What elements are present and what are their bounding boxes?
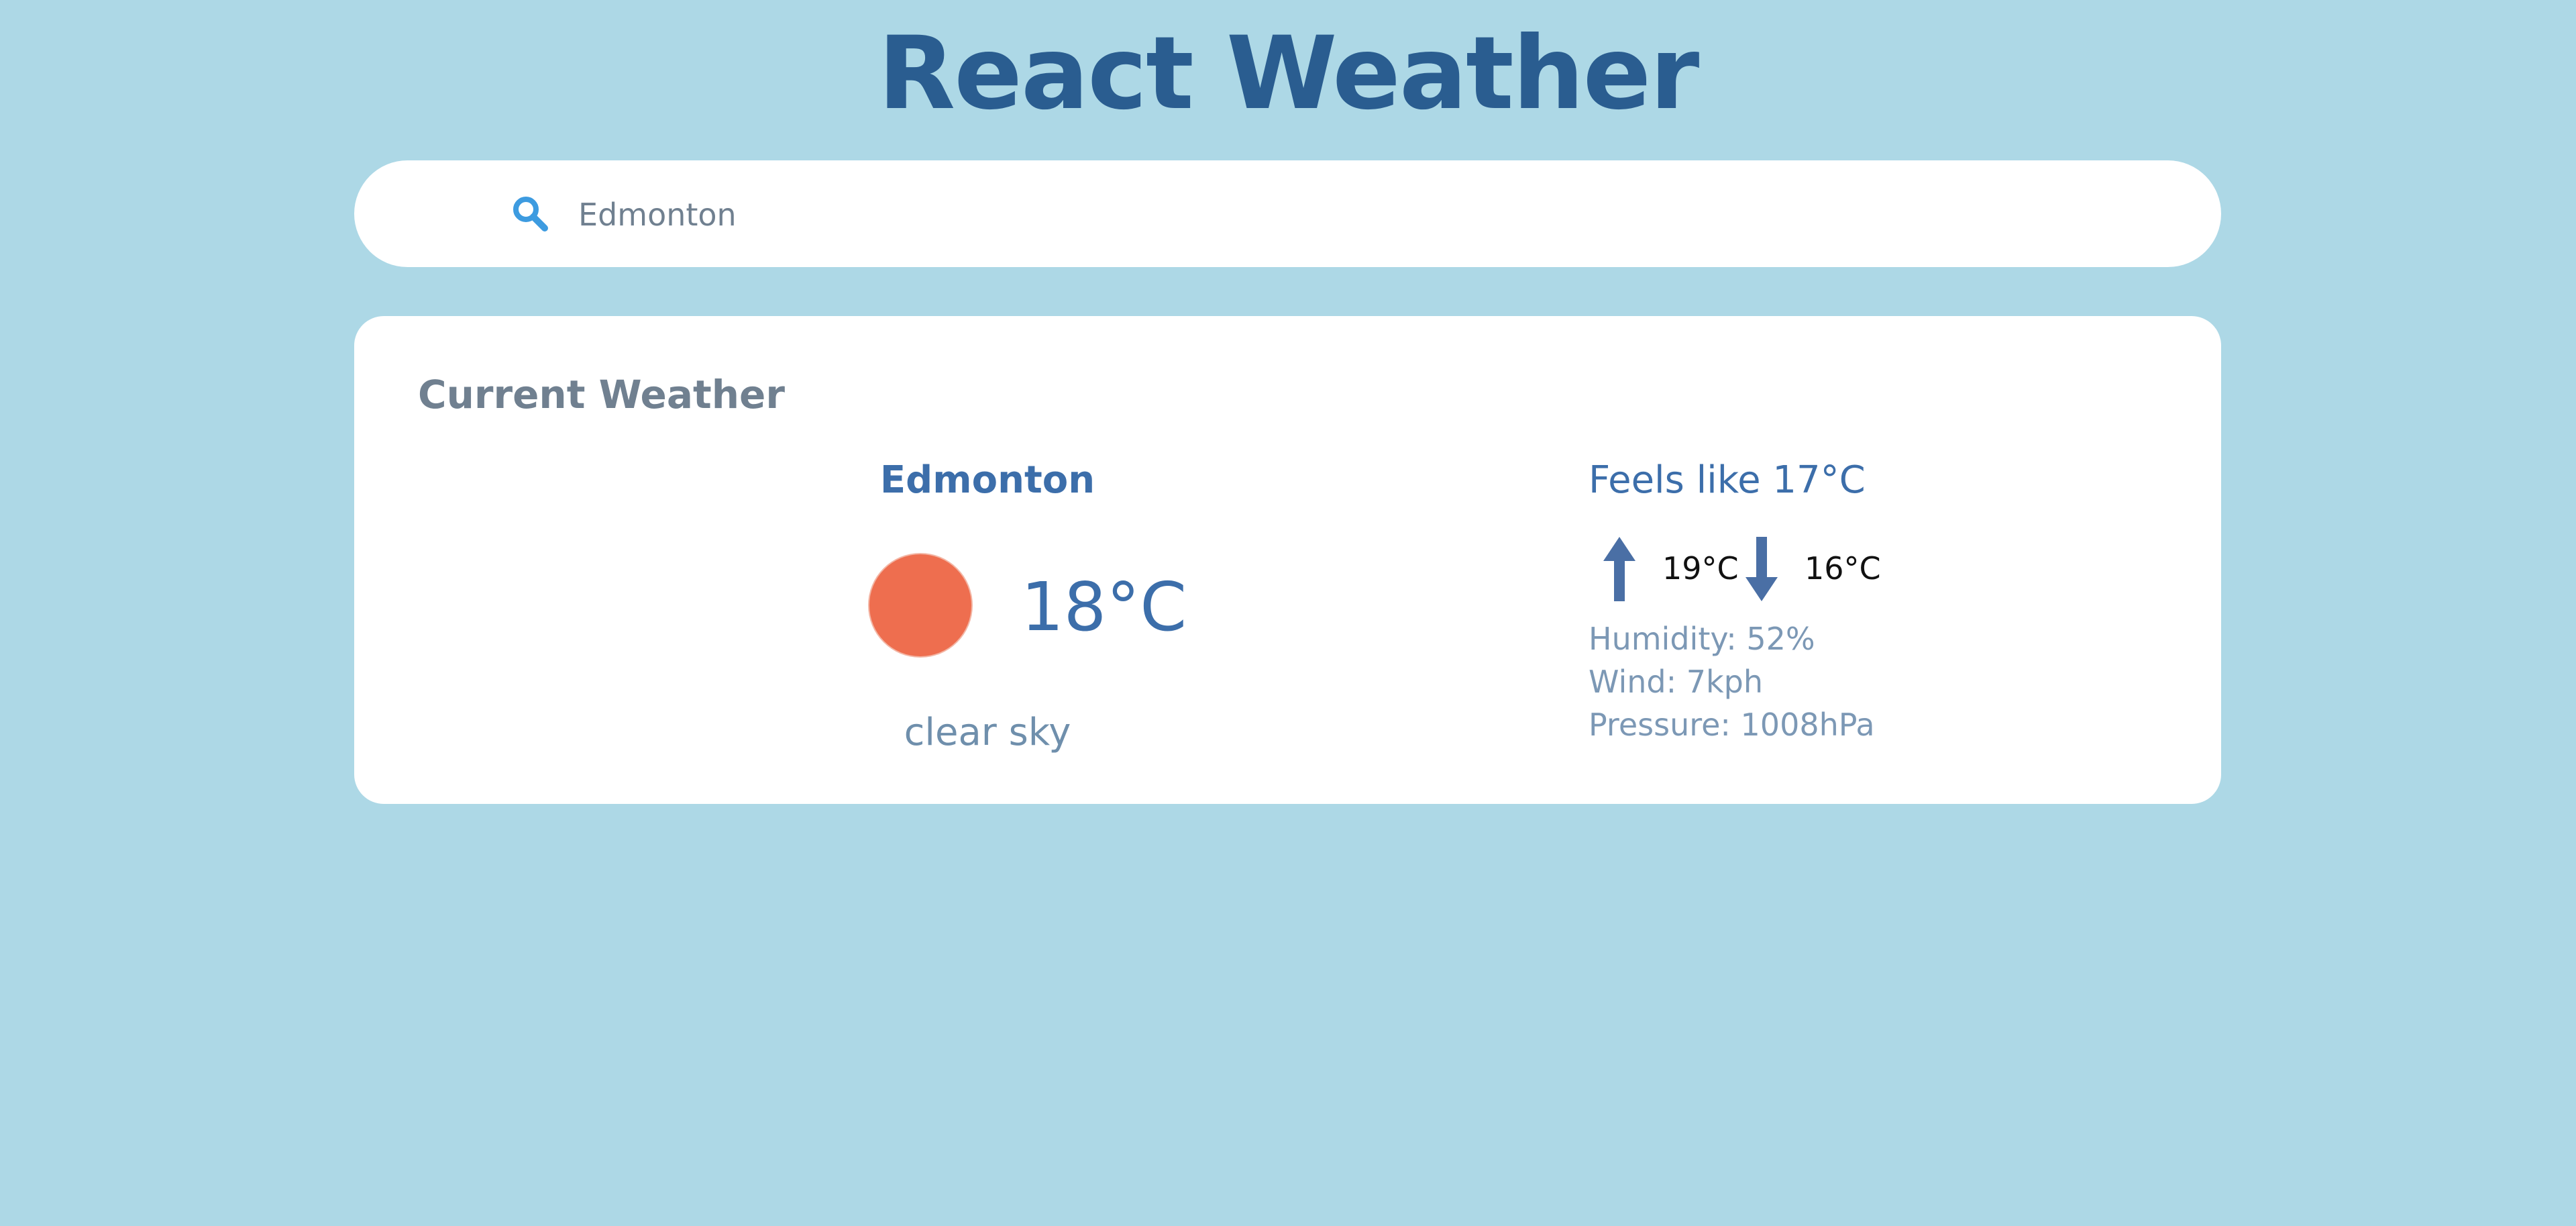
card-heading: Current Weather <box>418 372 785 417</box>
city-search-input[interactable] <box>578 188 2121 242</box>
search-icon[interactable] <box>511 195 549 232</box>
pressure: Pressure: 1008hPa <box>1589 707 1875 743</box>
city-name: Edmonton <box>879 458 1095 502</box>
arrow-up-icon <box>1603 537 1635 601</box>
humidity: Humidity: 52% <box>1589 621 1815 657</box>
feels-like: Feels like 17°C <box>1589 458 1866 502</box>
high-temperature: 19°C <box>1662 550 1739 586</box>
app-title: React Weather <box>877 15 1700 132</box>
current-temperature: 18°C <box>1021 568 1187 646</box>
low-temperature: 16°C <box>1805 550 1881 586</box>
arrow-down-icon <box>1746 537 1778 601</box>
wind: Wind: 7kph <box>1589 664 1763 700</box>
weather-description: clear sky <box>904 711 1071 754</box>
sun-icon <box>869 554 971 656</box>
